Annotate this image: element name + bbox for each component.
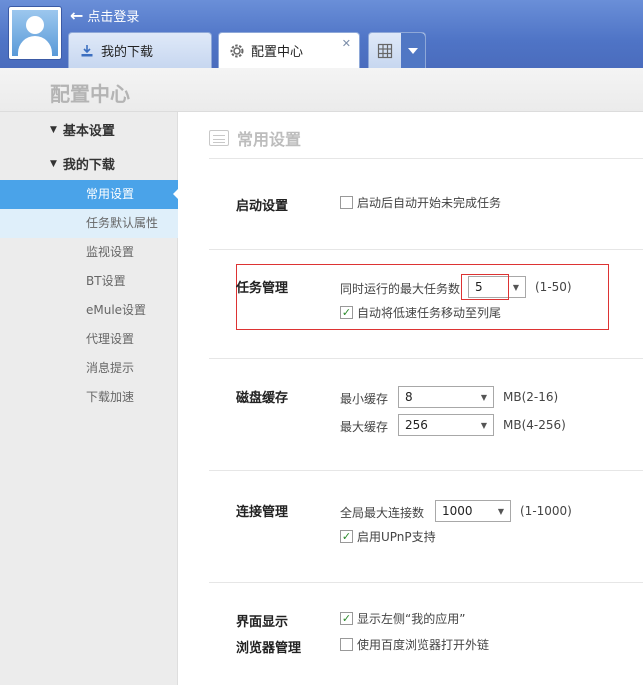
max-tasks-range: (1-50) [535, 280, 572, 294]
sidebar-group-label: 基本设置 [62, 124, 115, 139]
sidebar-item-emule[interactable]: eMule设置 [0, 296, 178, 325]
page-header: 配置中心 [0, 68, 643, 112]
sidebar-item-acceleration[interactable]: 下载加速 [0, 383, 178, 412]
use-baidu-browser-checkbox[interactable] [340, 638, 353, 651]
login-label: 点击登录 [87, 10, 140, 25]
max-connections-select[interactable]: 1000 ▼ [435, 500, 511, 522]
gear-icon [229, 43, 245, 59]
triangle-down-icon: ▼ [50, 124, 57, 135]
use-baidu-browser-option[interactable]: 使用百度浏览器打开外链 [340, 636, 489, 653]
user-icon [12, 10, 58, 56]
sidebar-item-monitor[interactable]: 监视设置 [0, 238, 178, 267]
auto-start-option[interactable]: 启动后自动开始未完成任务 [340, 194, 501, 211]
close-icon[interactable]: ✕ [342, 37, 351, 50]
auto-start-label: 启动后自动开始未完成任务 [357, 196, 502, 210]
show-my-apps-checkbox[interactable]: ✓ [340, 612, 353, 625]
max-connections-value: 1000 [442, 504, 473, 518]
settings-panel: 常用设置 启动设置 启动后自动开始未完成任务 任务管理 同时运行的最大任务数 5… [179, 112, 643, 685]
title-bar: ← 点击登录 我的下载 配置中心 ✕ [0, 0, 643, 68]
sidebar-item-common-settings[interactable]: 常用设置 [0, 180, 179, 209]
sidebar-group-label: 我的下载 [62, 158, 115, 173]
task-management-label: 任务管理 [236, 281, 289, 296]
section-header: 常用设置 [209, 126, 301, 150]
upnp-option[interactable]: ✓ 启用UPnP支持 [340, 528, 436, 545]
max-connections-label: 全局最大连接数 [340, 506, 425, 520]
divider [209, 249, 643, 250]
sidebar-item-proxy[interactable]: 代理设置 [0, 325, 178, 354]
min-cache-label: 最小缓存 [340, 392, 389, 406]
sidebar-item-label: 监视设置 [86, 245, 135, 259]
download-icon [79, 43, 95, 59]
connection-management-label: 连接管理 [236, 505, 289, 520]
value-highlight-box [461, 274, 509, 300]
sidebar-item-label: 任务默认属性 [86, 216, 159, 230]
max-cache-unit: MB(4-256) [503, 418, 566, 432]
sidebar-group-my-downloads[interactable]: ▼ 我的下载 [50, 154, 115, 173]
chevron-down-icon: ▼ [480, 420, 488, 430]
browser-management-label: 浏览器管理 [236, 641, 302, 656]
chevron-down-icon: ▼ [480, 392, 488, 402]
move-slow-label: 自动将低速任务移动至列尾 [357, 306, 502, 320]
chevron-down-icon: ▼ [512, 282, 520, 292]
sidebar-item-label: 常用设置 [86, 187, 135, 201]
max-cache-value: 256 [405, 418, 428, 432]
chevron-down-icon: ▼ [497, 506, 505, 516]
use-baidu-browser-label: 使用百度浏览器打开外链 [357, 638, 490, 652]
page-title: 配置中心 [50, 82, 130, 106]
tab-config-center[interactable]: 配置中心 ✕ [218, 32, 360, 68]
chevron-down-icon[interactable] [401, 33, 425, 68]
sidebar-item-notifications[interactable]: 消息提示 [0, 354, 178, 383]
apps-tab[interactable] [368, 32, 426, 68]
max-tasks-label: 同时运行的最大任务数 [340, 282, 461, 296]
divider [209, 158, 643, 159]
back-arrow-icon: ← [70, 5, 84, 25]
sidebar-item-label: BT设置 [86, 274, 126, 288]
max-cache-select[interactable]: 256 ▼ [398, 414, 494, 436]
max-connections-range: (1-1000) [520, 504, 572, 518]
section-title: 常用设置 [237, 130, 302, 149]
divider [209, 358, 643, 359]
tab-label: 我的下载 [101, 45, 154, 60]
show-my-apps-label: 显示左侧“我的应用” [357, 612, 466, 626]
list-icon [209, 130, 229, 146]
auto-start-checkbox[interactable] [340, 196, 353, 209]
sidebar-item-label: eMule设置 [86, 303, 147, 317]
min-cache-unit: MB(2-16) [503, 390, 559, 404]
sidebar-item-task-defaults[interactable]: 任务默认属性 [0, 209, 178, 238]
sidebar-item-bt[interactable]: BT设置 [0, 267, 178, 296]
disk-cache-label: 磁盘缓存 [236, 391, 289, 406]
move-slow-checkbox[interactable]: ✓ [340, 306, 353, 319]
divider [209, 582, 643, 583]
login-link[interactable]: ← 点击登录 [70, 6, 139, 25]
sidebar-item-label: 消息提示 [86, 361, 135, 375]
startup-settings-label: 启动设置 [236, 199, 289, 214]
move-slow-option[interactable]: ✓ 自动将低速任务移动至列尾 [340, 304, 501, 321]
tab-label: 配置中心 [251, 45, 304, 60]
triangle-down-icon: ▼ [50, 158, 57, 169]
min-cache-value: 8 [405, 390, 413, 404]
sidebar-item-label: 下载加速 [86, 390, 135, 404]
divider [209, 470, 643, 471]
tab-my-downloads[interactable]: 我的下载 [68, 32, 212, 68]
upnp-checkbox[interactable]: ✓ [340, 530, 353, 543]
show-my-apps-option[interactable]: ✓ 显示左侧“我的应用” [340, 610, 465, 627]
upnp-label: 启用UPnP支持 [357, 530, 436, 544]
sidebar-group-basic[interactable]: ▼ 基本设置 [50, 120, 115, 139]
avatar[interactable] [8, 6, 62, 60]
sidebar: ▼ 基本设置 ▼ 我的下载 常用设置 任务默认属性 监视设置 BT设置 eMul… [0, 112, 179, 685]
sidebar-item-label: 代理设置 [86, 332, 135, 346]
max-cache-label: 最大缓存 [340, 420, 389, 434]
ui-display-label: 界面显示 [236, 615, 289, 630]
min-cache-select[interactable]: 8 ▼ [398, 386, 494, 408]
grid-icon [369, 33, 401, 68]
